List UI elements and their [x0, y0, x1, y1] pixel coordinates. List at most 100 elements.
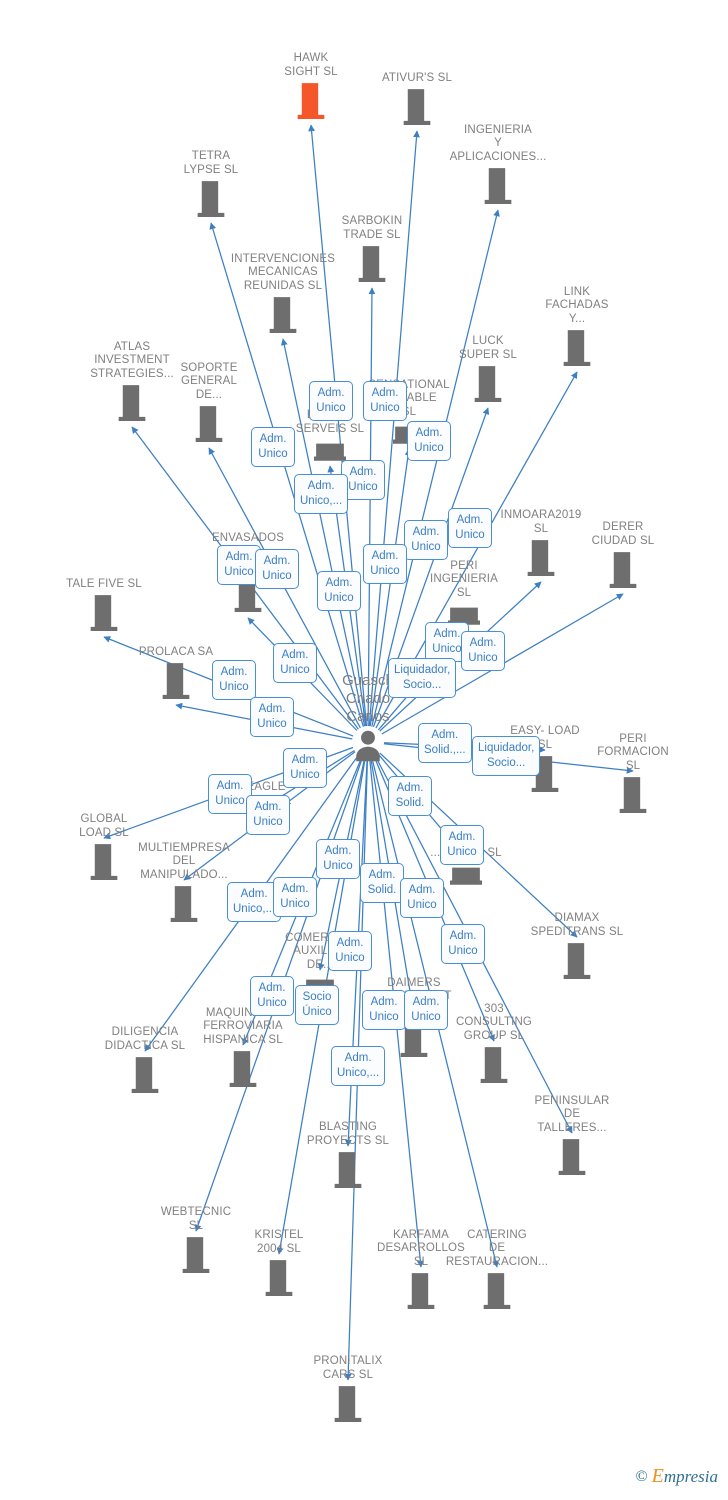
relation-chip[interactable]: Adm. Unico	[407, 421, 451, 461]
building-icon	[131, 1057, 159, 1093]
company-label: INGENIERIA Y APLICACIONES...	[449, 123, 547, 163]
brand-name: Empresia	[651, 1465, 718, 1487]
watermark: © Empresia	[635, 1465, 718, 1488]
relation-chip[interactable]: Adm. Unico,...	[294, 474, 349, 514]
relation-chip[interactable]: Adm. Unico	[317, 571, 361, 611]
building-icon	[90, 844, 118, 880]
company-label: PERI FORMACION SL	[597, 732, 669, 772]
building-icon	[334, 1152, 362, 1188]
company-node-derer[interactable]: DERER CIUDAD SL	[557, 521, 689, 589]
relation-chip[interactable]: Adm. Unico	[283, 748, 327, 788]
building-icon	[334, 1386, 362, 1422]
relation-chip[interactable]: Liquidador, Socio...	[388, 658, 457, 698]
company-label: LINK FACHADAS Y...	[545, 285, 609, 325]
building-icon	[297, 83, 325, 119]
building-icon	[182, 1237, 210, 1273]
relation-chip[interactable]: Liquidador, Socio...	[472, 736, 541, 776]
building-icon	[170, 886, 198, 922]
company-node-kristel[interactable]: KRISTEL 2004 SL	[213, 1229, 345, 1297]
relation-chip[interactable]: Adm. Unico	[255, 549, 299, 589]
brand-text: mpresia	[663, 1467, 718, 1486]
relation-chip[interactable]: Adm. Unico	[440, 825, 484, 865]
relationship-graph-canvas: HAWK SIGHT SL ATIVUR'S SL INGENIERIA Y APL…	[0, 0, 728, 1500]
relation-chip[interactable]: Adm. Unico	[363, 381, 407, 421]
company-node-interven[interactable]: INTERVENCIONES MECANICAS REUNIDAS SL	[217, 253, 349, 335]
relation-chip[interactable]: Adm. Unico	[404, 990, 448, 1030]
building-icon	[162, 663, 190, 699]
company-label: PROLACA SA	[138, 645, 214, 658]
relation-chip[interactable]: Adm. Unico	[273, 877, 317, 917]
relation-chip[interactable]: Adm. Unico	[448, 508, 492, 548]
company-label: PERI INGENIERIA SL	[430, 559, 498, 599]
building-icon	[269, 297, 297, 333]
company-node-peri_ing[interactable]: PERI INGENIERIA SL	[398, 560, 530, 626]
building-icon	[474, 366, 502, 402]
relation-chip[interactable]: Adm. Unico	[404, 520, 448, 560]
relation-chip[interactable]: Adm. Unico	[362, 990, 406, 1030]
company-label: DIAMAX SPEDITRANS SL	[530, 912, 624, 938]
relation-chip[interactable]: Adm. Solid.	[388, 776, 432, 816]
company-label: PRONITALIX CARS SL	[313, 1355, 383, 1381]
company-label: DERER CIUDAD SL	[591, 521, 655, 547]
company-label: GLOBAL LOAD SL	[79, 813, 129, 839]
relation-chip[interactable]: Adm. Unico	[316, 839, 360, 879]
relation-chip[interactable]: Adm. Unico	[400, 878, 444, 918]
building-icon	[403, 89, 431, 125]
building-icon	[265, 1260, 293, 1296]
company-node-periform[interactable]: PERI FORMACION SL	[567, 733, 699, 815]
relation-chip[interactable]: Adm. Unico	[251, 427, 295, 467]
company-node-ativurs[interactable]: ATIVUR'S SL	[351, 72, 483, 127]
relation-chip[interactable]: Adm. Unico	[441, 924, 485, 964]
company-node-tetra[interactable]: TETRA LYPSE SL	[145, 150, 277, 218]
building-icon	[480, 1047, 508, 1083]
relation-chip[interactable]: Adm. Unico	[273, 643, 317, 683]
building-icon	[563, 943, 591, 979]
company-node-blasting[interactable]: BLASTING PROYECTS SL	[282, 1121, 414, 1189]
company-node-talefive[interactable]: TALE FIVE SL	[38, 578, 170, 633]
relation-chip[interactable]: Adm. Unico	[250, 976, 294, 1016]
company-label: INTERVENCIONES MECANICAS REUNIDAS SL	[230, 252, 336, 292]
edge-person-to-sarbokin	[367, 287, 376, 727]
relation-chip[interactable]: Socio Único	[295, 985, 339, 1025]
company-label: TETRA LYPSE SL	[183, 150, 239, 176]
company-node-diamax[interactable]: DIAMAX SPEDITRANS SL	[511, 912, 643, 980]
relation-chip[interactable]: Adm. Solid.	[360, 863, 404, 903]
building-icon	[483, 1273, 511, 1309]
company-label: CATERING DE RESTAURACION...	[445, 1228, 549, 1268]
building-icon	[195, 406, 223, 442]
building-icon	[558, 1139, 586, 1175]
relation-chip[interactable]: Adm. Unico	[250, 697, 294, 737]
company-label: SARBOKIN TRADE SL	[341, 215, 403, 241]
company-label: KRISTEL 2004 SL	[254, 1229, 304, 1255]
relation-chip[interactable]: Adm. Unico	[309, 381, 353, 421]
relation-chip[interactable]: Adm. Unico,...	[331, 1046, 386, 1086]
relation-chip[interactable]: Adm. Unico	[246, 795, 290, 835]
relation-chip[interactable]: Adm. Unico	[212, 660, 256, 700]
company-label: ATIVUR'S SL	[381, 71, 453, 84]
relation-chip[interactable]: Adm. Unico	[363, 544, 407, 584]
relation-chip[interactable]: Adm. Unico	[328, 931, 372, 971]
building-icon	[358, 246, 386, 282]
building-icon	[197, 181, 225, 217]
building-icon	[90, 595, 118, 631]
relation-chip[interactable]: Adm. Solid.,...	[418, 723, 472, 763]
company-node-maquinaria[interactable]: MAQUINARIA FERROVIARIA HISPANICA SL	[177, 1007, 309, 1089]
company-node-peninsular[interactable]: PENINSULAR DE TALLERES...	[506, 1095, 638, 1177]
building-icon	[484, 168, 512, 204]
company-label: LUCK SUPER SL	[458, 335, 518, 361]
building-icon	[609, 552, 637, 588]
company-node-pronitalix[interactable]: PRONITALIX CARS SL	[282, 1355, 414, 1423]
relation-chip[interactable]: Adm. Unico	[461, 631, 505, 671]
company-node-ingenieria[interactable]: INGENIERIA Y APLICACIONES...	[432, 124, 564, 206]
building-icon	[619, 777, 647, 813]
company-label: PENINSULAR DE TALLERES...	[534, 1094, 610, 1134]
person-icon	[356, 730, 380, 762]
copyright-symbol: ©	[635, 1467, 648, 1485]
company-label: BLASTING PROYECTS SL	[306, 1121, 390, 1147]
company-label: MULTIEMPRESA DEL MANIPULADO...	[138, 841, 230, 881]
building-icon	[563, 330, 591, 366]
company-node-catering[interactable]: CATERING DE RESTAURACION...	[431, 1229, 563, 1311]
building-icon	[229, 1051, 257, 1087]
company-label: SOPORTE GENERAL DE...	[180, 361, 238, 401]
company-label: TALE FIVE SL	[66, 577, 142, 590]
